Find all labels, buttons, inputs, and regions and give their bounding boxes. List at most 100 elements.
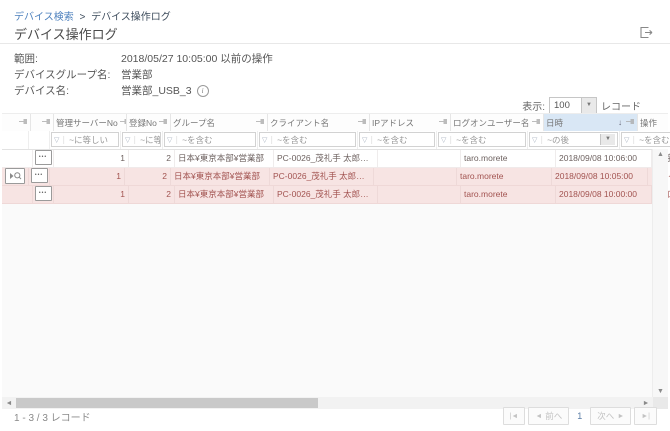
row-menu-button[interactable]: ••• — [31, 168, 48, 183]
funnel-icon[interactable]: ▽ — [262, 136, 267, 144]
pin-icon[interactable] — [157, 117, 168, 128]
filter-cell-empty — [29, 131, 50, 149]
display-count-dropdown-icon[interactable]: ▼ — [581, 98, 596, 113]
info-row-range: 範囲: 2018/05/27 10:05:00 以前の操作 — [14, 51, 273, 67]
row-drilldown-search-button[interactable] — [5, 168, 25, 184]
next-page-button[interactable]: 次へ ► — [590, 407, 631, 425]
funnel-icon[interactable]: ▽ — [362, 136, 367, 144]
column-header-ip-address[interactable]: IPアドレス — [370, 114, 451, 131]
filter-divider: ❘ — [60, 135, 67, 144]
first-page-button[interactable]: |◄ — [503, 407, 526, 425]
server-no-filter-input[interactable]: ▽ ❘ ~に等しい — [51, 132, 119, 147]
pin-icon[interactable] — [40, 117, 51, 128]
pin-icon[interactable] — [118, 117, 127, 128]
group-filter-input[interactable]: ▽ ❘ ~を含む — [164, 132, 256, 147]
funnel-icon[interactable]: ▽ — [167, 136, 172, 144]
table-row[interactable]: ••• 1 2 日本¥東京本部¥営業部 PC-0026_茂礼手 太郎i taro… — [2, 150, 668, 168]
pin-icon[interactable] — [437, 117, 448, 128]
client-filter-input[interactable]: ▽ ❘ ~を含む — [259, 132, 356, 147]
table-row[interactable]: ••• 1 2 日本¥東京本部¥営業部 PC-0026_茂礼手 太郎i taro… — [2, 186, 668, 204]
last-page-button[interactable]: ►| — [634, 407, 657, 425]
logon-user-cell: taro.morete — [461, 150, 556, 167]
scroll-up-icon[interactable]: ▲ — [653, 151, 668, 158]
pin-icon[interactable] — [624, 117, 635, 128]
column-header-datetime[interactable]: 日時 ↓ — [544, 114, 638, 131]
display-count-select[interactable]: 100 ▼ — [549, 97, 597, 114]
funnel-icon[interactable]: ▽ — [54, 136, 59, 144]
log-info-panel: 範囲: 2018/05/27 10:05:00 以前の操作 デバイスグループ名:… — [14, 51, 273, 99]
filter-cell-server-no: ▽ ❘ ~に等しい — [50, 131, 121, 149]
filter-placeholder: ~を含む — [182, 134, 212, 146]
column-header-reg-no[interactable]: 登録No — [127, 114, 171, 131]
display-count-control: 表示: 100 ▼ レコード — [522, 97, 641, 114]
current-page-number: 1 — [577, 411, 582, 421]
column-header-logon-user[interactable]: ログオンユーザー名 — [451, 114, 544, 131]
group-cell: 日本¥東京本部¥営業部 — [175, 150, 274, 167]
client-name: PC-0026_茂礼手 太郎 — [277, 153, 369, 163]
pin-icon[interactable] — [17, 117, 28, 128]
row-menu-cell: ••• — [33, 186, 54, 203]
column-header-row-menu[interactable] — [31, 114, 54, 131]
breadcrumb: デバイス検索 > デバイス操作ログ — [14, 8, 171, 23]
filter-placeholder: ~に等しい — [140, 134, 161, 146]
scroll-down-icon[interactable]: ▼ — [653, 388, 668, 395]
breadcrumb-current: デバイス操作ログ — [91, 12, 171, 23]
row-menu-button[interactable]: ••• — [35, 186, 52, 201]
column-header-client-name[interactable]: クライアント名 — [268, 114, 370, 131]
row-menu-cell: ••• — [29, 168, 50, 185]
datetime-filter-dropdown-icon[interactable]: ▼ — [600, 134, 615, 145]
datetime-filter-input[interactable]: ▽ ❘ ~の後 ▼ — [529, 132, 618, 147]
ip-filter-input[interactable]: ▽ ❘ ~を含む — [359, 132, 435, 147]
scroll-right-icon[interactable]: ► — [639, 400, 653, 407]
column-label: 日時 — [546, 117, 563, 129]
pin-icon[interactable] — [530, 117, 541, 128]
server-no-cell: 1 — [50, 168, 125, 185]
filter-divider: ❘ — [173, 135, 180, 144]
breadcrumb-link-device-search[interactable]: デバイス検索 — [14, 12, 74, 23]
filter-divider: ❘ — [368, 135, 375, 144]
scroll-left-icon[interactable]: ◄ — [2, 400, 16, 407]
filter-cell-empty — [2, 131, 29, 149]
filter-cell-group: ▽ ❘ ~を含む — [163, 131, 258, 149]
next-page-icon: ► — [617, 413, 624, 420]
ip-cell — [374, 168, 457, 185]
reg-no-cell: 2 — [129, 150, 175, 167]
horizontal-scrollbar-thumb[interactable] — [16, 398, 318, 408]
pin-icon[interactable] — [254, 117, 265, 128]
logon-user-filter-input[interactable]: ▽ ❘ ~を含む — [438, 132, 526, 147]
reg-no-filter-input[interactable]: ▽ ❘ ~に等しい — [122, 132, 161, 147]
column-header-group-name[interactable]: グループ名 — [171, 114, 268, 131]
funnel-icon[interactable]: ▽ — [624, 136, 629, 144]
filter-placeholder: ~を含む — [277, 134, 307, 146]
export-log-button[interactable] — [639, 26, 654, 39]
vertical-scrollbar[interactable]: ▲ ▼ — [652, 149, 668, 397]
next-page-label: 次へ — [597, 410, 614, 422]
filter-placeholder: ~に等しい — [69, 134, 108, 146]
column-label: ログオンユーザー名 — [453, 117, 529, 129]
display-label: 表示: — [522, 98, 545, 113]
column-label: IPアドレス — [372, 117, 414, 129]
filter-cell-client: ▽ ❘ ~を含む — [258, 131, 358, 149]
table-row[interactable]: ••• 1 2 日本¥東京本部¥営業部 PC-0026_茂礼手 太郎i taro… — [2, 168, 668, 186]
operation-filter-input[interactable]: ▽ ❘ ~を含む — [621, 132, 670, 147]
row-menu-button[interactable]: ••• — [35, 150, 52, 165]
datetime-cell: 2018/09/08 10:05:00 — [552, 168, 648, 185]
client-cell: PC-0026_茂礼手 太郎i — [270, 168, 374, 185]
column-header-row-indicator[interactable] — [2, 114, 31, 131]
filter-placeholder: ~を含む — [377, 134, 407, 146]
prev-page-button[interactable]: ◄ 前へ — [528, 407, 569, 425]
datetime-cell: 2018/09/08 10:00:00 — [556, 186, 652, 203]
first-page-icon: |◄ — [510, 413, 519, 420]
column-label: グループ名 — [173, 117, 215, 129]
logon-user-cell: taro.morete — [461, 186, 556, 203]
funnel-icon[interactable]: ▽ — [125, 136, 130, 144]
column-header-operation[interactable]: 操作 — [638, 114, 670, 131]
display-suffix: レコード — [601, 98, 641, 113]
device-info-icon[interactable]: i — [197, 85, 209, 97]
funnel-icon[interactable]: ▽ — [532, 136, 537, 144]
server-no-cell: 1 — [54, 186, 129, 203]
column-header-server-no[interactable]: 管理サーバーNo — [54, 114, 127, 131]
operation-log-grid: 管理サーバーNo 登録No グループ名 クライアント名 IPアドレス ログオンユ… — [2, 113, 668, 409]
funnel-icon[interactable]: ▽ — [441, 136, 446, 144]
pin-icon[interactable] — [356, 117, 367, 128]
